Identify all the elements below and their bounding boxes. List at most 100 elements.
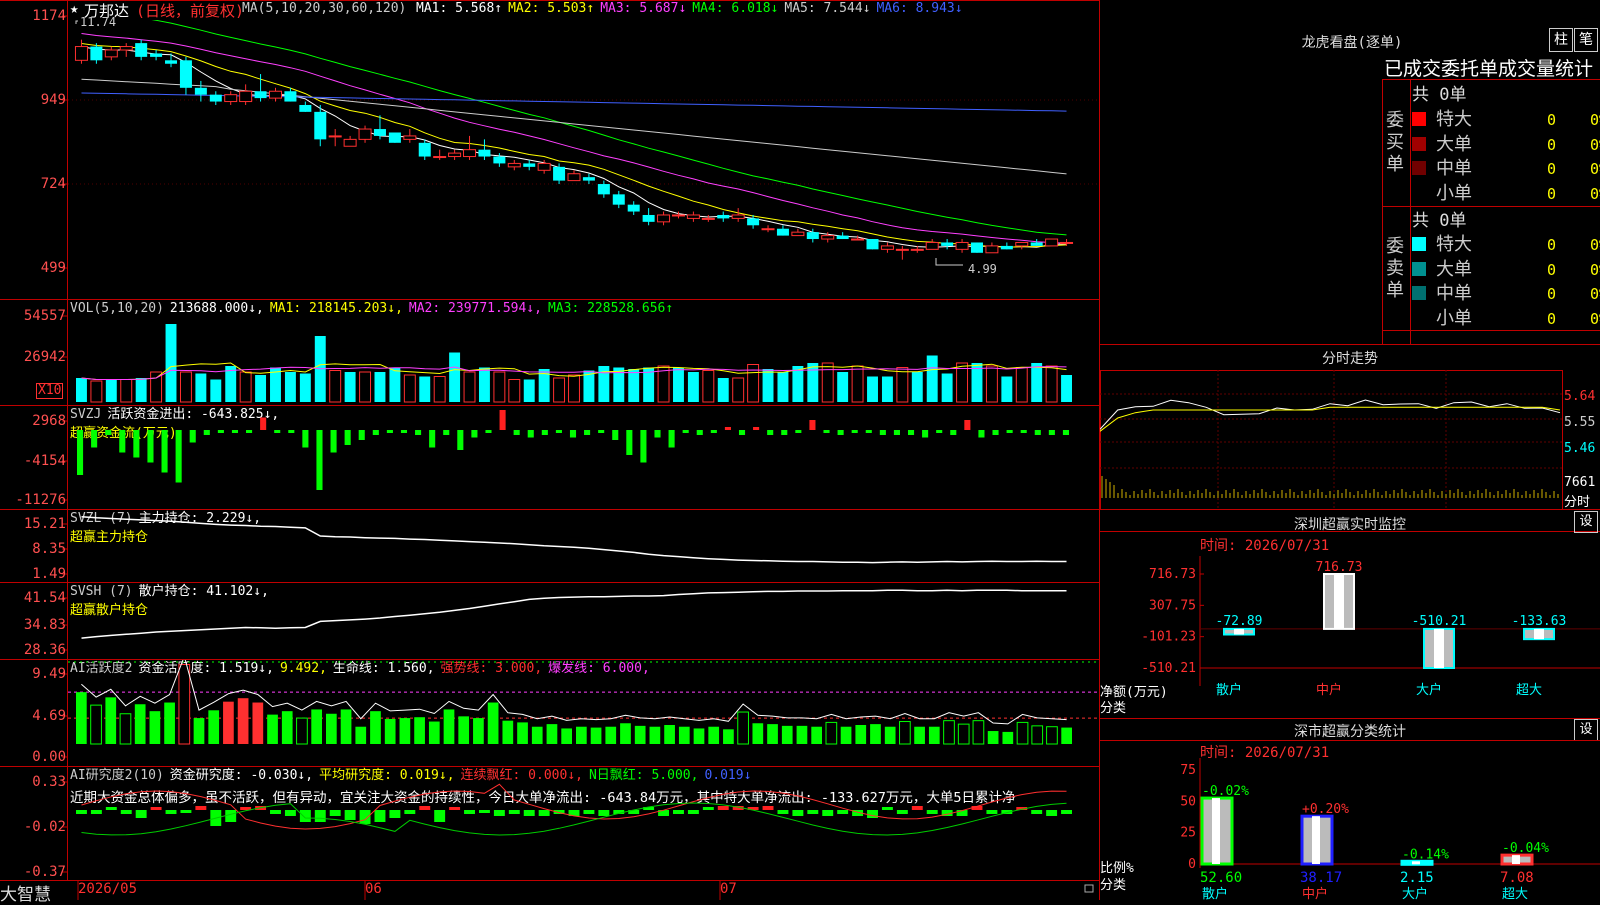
flow-bar xyxy=(189,430,196,443)
category-label: 散户 xyxy=(1202,886,1228,900)
order-size-label: 中单 xyxy=(1436,283,1472,304)
activity-bar xyxy=(399,718,411,744)
main-position-line xyxy=(81,515,1067,564)
svzj-chart[interactable] xyxy=(68,406,1099,509)
ai-research-chart[interactable] xyxy=(68,767,1099,880)
volume-bar xyxy=(926,355,938,402)
sell-total: 共 0单 xyxy=(1412,211,1467,231)
candle-body xyxy=(1015,241,1029,247)
flow-bar xyxy=(77,430,84,475)
order-row: 中单 0 0% xyxy=(1412,279,1600,304)
candle-body xyxy=(537,162,551,171)
svzl-chart[interactable] xyxy=(68,510,1099,582)
activity-bar xyxy=(252,702,264,744)
volume-bar xyxy=(732,377,745,403)
candle-body xyxy=(955,241,969,250)
net-value-label: -133.63 xyxy=(1512,614,1567,629)
candle-body xyxy=(925,241,939,250)
sz-monitor-chart[interactable]: 716.73 307.75 -101.23 -510.21 -72.89 散户 716.73… xyxy=(1100,556,1600,696)
order-row: 大单 0 0% xyxy=(1412,255,1600,280)
activity-bar xyxy=(1016,721,1029,745)
order-percent: 0% xyxy=(1589,285,1600,303)
y-tick: 2968 xyxy=(32,413,66,429)
y-tick: -0.02 xyxy=(23,819,66,835)
color-swatch xyxy=(1412,112,1426,126)
volume-bar xyxy=(389,367,401,402)
activity-bar xyxy=(267,714,278,744)
volume-bar xyxy=(851,365,864,403)
sz-classify-settings-button[interactable]: 设 xyxy=(1574,719,1598,741)
order-percent: 0% xyxy=(1589,160,1600,178)
research-bar xyxy=(792,810,804,816)
research-bar xyxy=(523,810,535,816)
activity-bar xyxy=(634,725,646,744)
color-swatch xyxy=(1412,286,1426,300)
candle-body xyxy=(851,238,865,241)
intraday-chart[interactable] xyxy=(1100,370,1600,510)
date-axis-ticks xyxy=(77,881,1094,900)
flow-bar xyxy=(485,430,492,433)
candle-body xyxy=(135,43,148,57)
flow-bar xyxy=(541,430,548,435)
activity-bar xyxy=(781,725,793,744)
candlestick-chart[interactable] xyxy=(68,20,1099,298)
research-bar xyxy=(508,810,520,814)
candle-body xyxy=(388,132,401,143)
svsh-chart[interactable] xyxy=(68,583,1099,659)
activity-bar xyxy=(855,724,867,744)
flow-bar xyxy=(964,420,971,430)
order-size-label: 中单 xyxy=(1436,158,1472,179)
y-tick: 724 xyxy=(40,176,66,192)
ai-active-chart[interactable] xyxy=(68,660,1099,766)
volume-bar xyxy=(374,372,386,402)
category-label: 大户 xyxy=(1416,682,1442,696)
favorite-star-icon[interactable]: ★ xyxy=(70,1,78,17)
activity-bar xyxy=(840,726,852,744)
activity-bar xyxy=(178,664,191,745)
intraday-y-tick: 5.64 xyxy=(1564,389,1596,404)
research-bar xyxy=(120,810,132,814)
flow-bar xyxy=(147,430,154,463)
low-marker xyxy=(935,258,963,266)
sz-monitor-title: 深圳超赢实时监控 xyxy=(1294,517,1406,533)
order-size-label: 大单 xyxy=(1436,258,1472,280)
research-bar xyxy=(464,810,475,814)
period-label[interactable]: (日线，前复权) xyxy=(136,0,244,21)
activity-bar xyxy=(458,716,470,744)
activity-bar xyxy=(296,717,308,745)
research-bar xyxy=(314,810,326,822)
research-bar xyxy=(1046,810,1058,816)
volume-bar xyxy=(195,373,207,402)
candle-body xyxy=(299,104,312,112)
flow-bar xyxy=(358,430,365,440)
app-logo: 大智慧 xyxy=(0,885,51,905)
candle-body xyxy=(1030,242,1043,246)
net-bar-highlight xyxy=(1234,628,1244,635)
volume-bar xyxy=(1001,376,1013,402)
y-tick: 34.83 xyxy=(23,617,66,633)
volume-bar xyxy=(90,380,103,403)
sz-classify-chart[interactable]: 75 50 25 0 -0.02% 52.60散户 +0.20% 38.17中户 -0.14% 2… xyxy=(1100,758,1600,900)
ratio-bar-highlight xyxy=(1312,816,1320,864)
volume-bar xyxy=(1061,375,1072,402)
volume-bar xyxy=(284,372,296,402)
candle-body xyxy=(582,177,595,181)
research-bar xyxy=(867,810,878,818)
activity-bar xyxy=(914,726,925,744)
activity-bar xyxy=(384,718,396,744)
order-percent: 0% xyxy=(1589,260,1600,279)
ma-line-4 xyxy=(151,20,1067,236)
flow-bar xyxy=(400,430,408,433)
research-bar xyxy=(374,810,386,822)
volume-chart[interactable] xyxy=(68,318,1099,404)
activity-bar xyxy=(811,726,822,744)
y-tick: 41.54 xyxy=(23,590,66,606)
sz-monitor-settings-button[interactable]: 设 xyxy=(1574,511,1598,533)
volume-bar xyxy=(105,379,117,402)
candle-body xyxy=(597,184,610,195)
ratio-value-label: 38.17 xyxy=(1300,870,1342,886)
y-tick: 716.73 xyxy=(1149,567,1196,582)
volume-bar xyxy=(702,370,715,403)
flow-bar xyxy=(175,430,182,483)
volume-bar xyxy=(344,372,356,402)
